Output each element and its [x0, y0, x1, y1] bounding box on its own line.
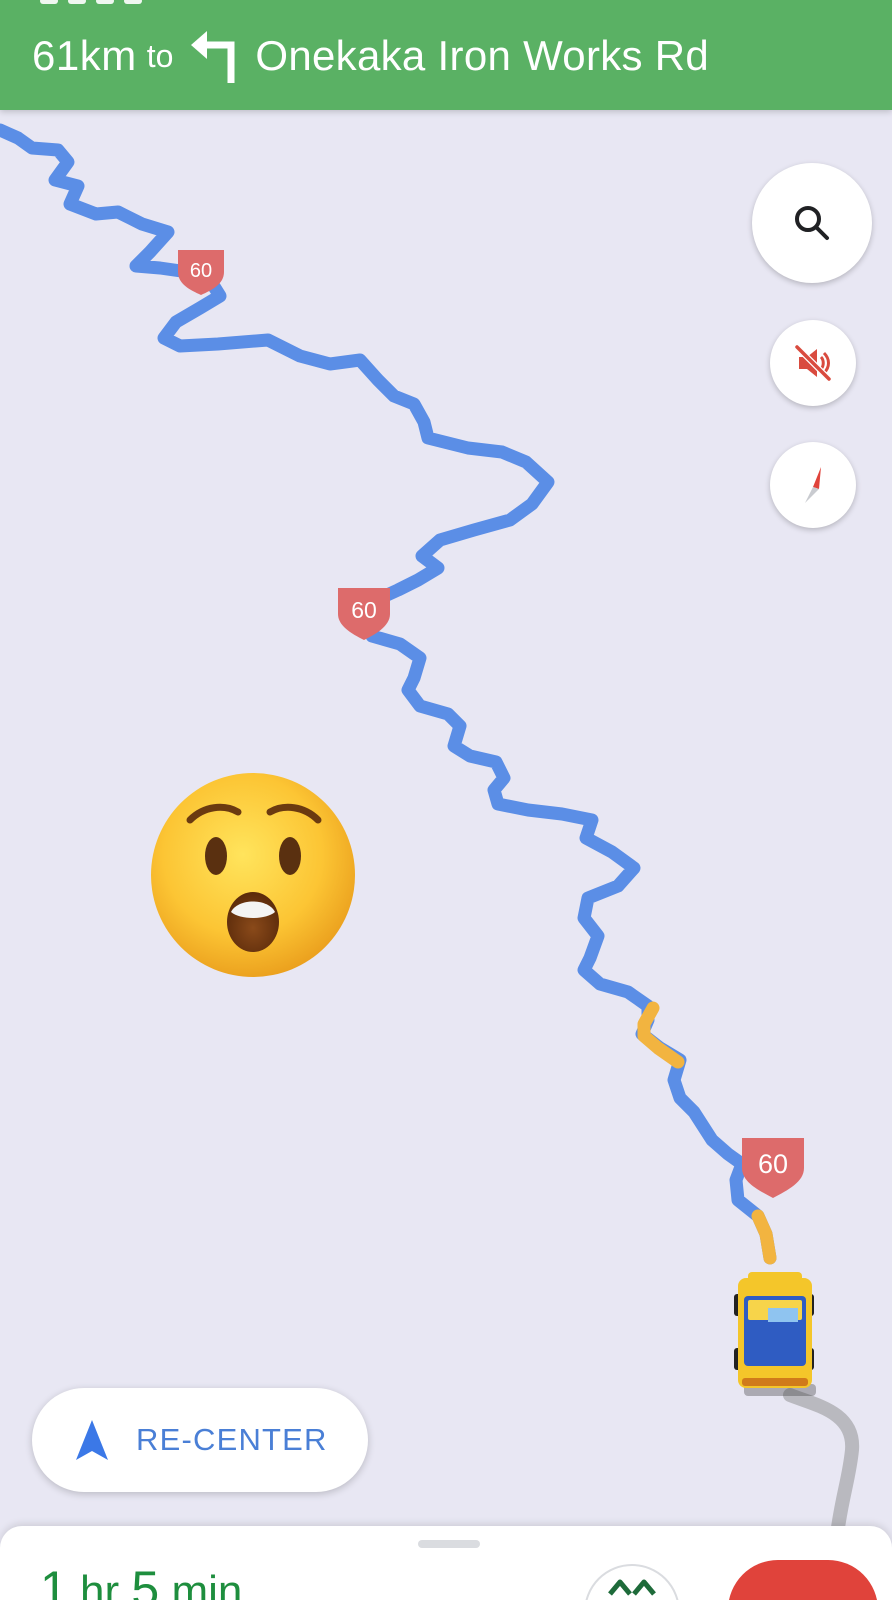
trip-duration: 1 hr 5 min — [40, 1560, 242, 1600]
astonished-face-emoji — [151, 773, 355, 977]
duration-minutes-unit: min — [171, 1567, 243, 1600]
navigation-screen: 60 60 60 61km to Onekaka Iron Works Rd R… — [0, 0, 892, 1600]
sheet-drag-handle[interactable] — [418, 1540, 480, 1548]
route-line — [0, 123, 777, 1265]
turn-left-icon — [191, 31, 235, 83]
street-name: Onekaka Iron Works Rd — [255, 32, 710, 79]
exit-navigation-button[interactable] — [728, 1560, 878, 1600]
alternate-routes-button[interactable] — [584, 1564, 680, 1600]
recenter-button[interactable]: RE-CENTER — [32, 1388, 368, 1492]
traffic-segment-1 — [637, 1001, 685, 1069]
highway-shield-label: 60 — [190, 260, 212, 282]
mute-button[interactable] — [770, 320, 856, 406]
compass-icon — [805, 467, 821, 503]
search-button[interactable] — [752, 163, 872, 283]
highway-shield-3: 60 — [742, 1138, 804, 1198]
highway-shield-label: 60 — [351, 597, 377, 623]
recenter-label: RE-CENTER — [136, 1422, 328, 1457]
compass-button[interactable] — [770, 442, 856, 528]
navigation-arrow-icon — [76, 1420, 108, 1460]
alternate-routes-icon — [608, 1579, 656, 1596]
duration-minutes: 5 — [131, 1561, 160, 1600]
traffic-segment-2 — [751, 1209, 777, 1265]
navigation-banner[interactable]: 61km to Onekaka Iron Works Rd — [0, 0, 892, 110]
distance-to-turn: 61km — [32, 32, 137, 79]
to-label: to — [146, 37, 174, 74]
instruction-row: 61km to Onekaka Iron Works Rd — [32, 26, 709, 86]
trip-summary-sheet[interactable]: 1 hr 5 min — [0, 1526, 892, 1600]
previous-instruction-peek — [40, 0, 300, 6]
duration-hours-unit: hr — [80, 1567, 120, 1600]
yellow-car-icon — [734, 1272, 816, 1396]
highway-shield-label: 60 — [758, 1149, 788, 1179]
search-icon — [795, 206, 829, 240]
sound-off-icon — [794, 344, 832, 382]
duration-hours: 1 — [40, 1561, 68, 1600]
